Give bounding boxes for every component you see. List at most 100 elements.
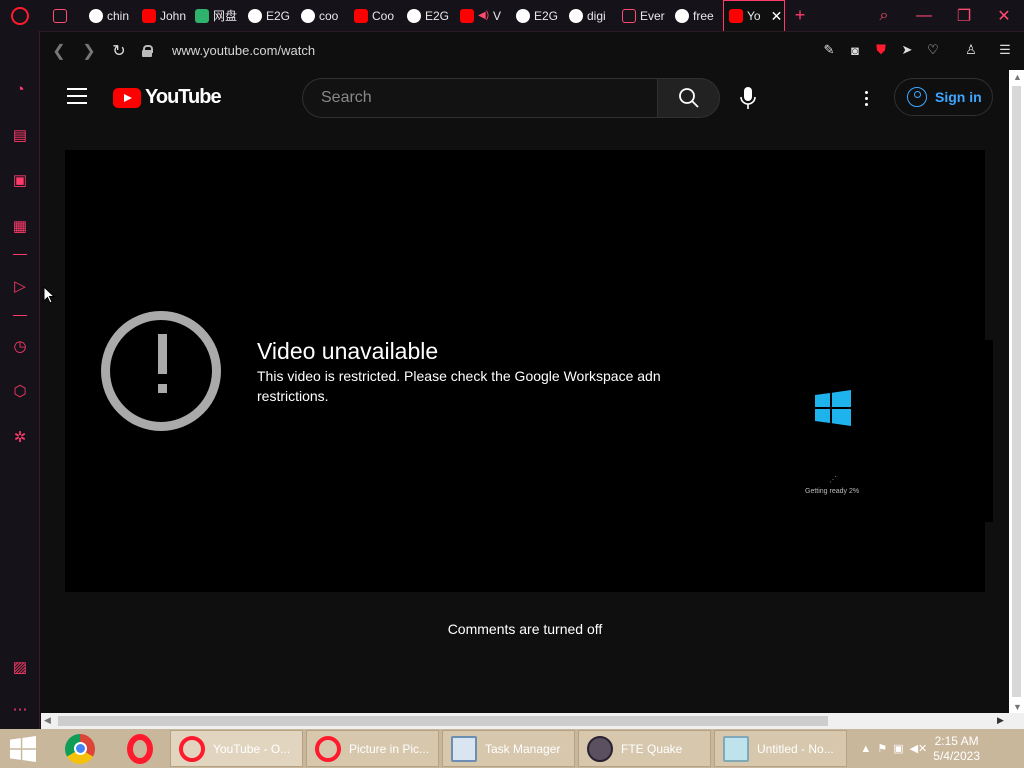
tab-0[interactable] (48, 0, 84, 31)
action-center-flag-icon[interactable]: ⚑ (877, 742, 887, 755)
scroll-up-icon[interactable]: ▲ (1013, 72, 1022, 82)
vertical-scroll-thumb[interactable] (1012, 86, 1021, 697)
send-icon[interactable]: ➤ (894, 31, 920, 69)
tab-1[interactable]: chin (84, 0, 137, 31)
show-hidden-icons-icon[interactable]: ▲ (860, 743, 871, 755)
youtube-page: YouTube Sign in Video unavailable This v… (41, 70, 1009, 713)
getting-ready-text: Getting ready 2% (805, 488, 860, 495)
search-icon (678, 88, 699, 108)
youtube-icon (460, 8, 474, 23)
task-task-manager[interactable]: Task Manager (442, 730, 575, 767)
loading-spinner-icon: ⋰ (829, 475, 837, 484)
comments-status: Comments are turned off (447, 621, 603, 637)
forward-button[interactable]: ❯ (74, 32, 104, 70)
player-icon[interactable]: ▷ (10, 276, 30, 296)
youtube-logo[interactable]: YouTube (113, 86, 222, 109)
globe-icon (407, 8, 421, 23)
search-input[interactable] (319, 88, 619, 108)
lock-icon[interactable] (142, 44, 153, 57)
close-tab-icon[interactable]: ✕ (771, 8, 783, 25)
account-icon (907, 87, 927, 107)
tab-10[interactable]: digi (564, 0, 617, 31)
search-tabs-icon[interactable]: ⌕ (864, 0, 904, 31)
speed-dial-icon[interactable]: ◔ (10, 79, 30, 99)
opera-menu-button[interactable] (0, 0, 40, 31)
restore-button[interactable]: ❐ (944, 0, 984, 31)
settings-icon[interactable]: ✲ (10, 427, 30, 447)
youtube-logo-text: YouTube (145, 86, 222, 108)
scroll-right-icon[interactable]: ▶ (997, 715, 1004, 726)
bag-icon[interactable]: ▤ (10, 125, 30, 145)
tab-2[interactable]: John (137, 0, 190, 31)
menu-icon[interactable] (67, 88, 87, 104)
clock[interactable]: 2:15 AM 5/4/2023 (933, 734, 980, 764)
video-player[interactable]: Video unavailable This video is restrict… (65, 150, 993, 592)
error-title: Video unavailable (257, 338, 439, 364)
scroll-down-icon[interactable]: ▼ (1013, 702, 1022, 712)
scroll-left-icon[interactable]: ◀ (44, 715, 51, 726)
back-button[interactable]: ❮ (44, 32, 74, 70)
search-box[interactable] (302, 78, 657, 118)
heart-icon[interactable]: ♡ (920, 31, 946, 69)
tab-3[interactable]: 网盘 (190, 0, 243, 31)
network-icon[interactable]: ▣ (893, 742, 903, 755)
twitch-icon[interactable]: ▣ (10, 170, 30, 190)
tab-8[interactable]: ◀) V (455, 0, 511, 31)
opera-sidebar: ◔ ▤ ▣ ▦ ▷ ◷ ⬡ ✲ ▨ ⋯ (0, 31, 40, 729)
clock-date: 5/4/2023 (933, 748, 980, 763)
history-icon[interactable]: ◷ (10, 336, 30, 356)
clock-time: 2:15 AM (934, 733, 979, 748)
task-youtube-opera[interactable]: YouTube - O... (170, 730, 303, 767)
sign-in-button[interactable]: Sign in (894, 78, 993, 116)
task-notepad[interactable]: Untitled - No... (714, 730, 847, 767)
box-icon[interactable]: ⬡ (10, 381, 30, 401)
tab-5[interactable]: coo (296, 0, 349, 31)
sidebar-divider (13, 315, 27, 316)
speaker-icon: ◀) (478, 10, 490, 21)
chrome-pinned[interactable] (50, 729, 110, 768)
new-tab-button[interactable]: + (785, 5, 815, 26)
task-picture-in-picture[interactable]: Picture in Pic... (306, 730, 439, 767)
youtube-icon (142, 8, 156, 23)
camera-icon[interactable]: ◙ (842, 31, 868, 69)
edit-icon[interactable]: ✎ (816, 31, 842, 69)
tab-6[interactable]: Coo (349, 0, 402, 31)
windows-setup-overlay: ⋰ Getting ready 2% (777, 340, 993, 522)
github-icon (248, 8, 262, 23)
gallery-icon[interactable]: ▨ (10, 657, 30, 677)
windows-logo-icon (815, 390, 851, 426)
opera-icon (315, 735, 341, 762)
profile-icon[interactable]: ♙ (958, 31, 984, 69)
mouse-cursor-icon (43, 286, 55, 304)
adblock-icon[interactable]: ⛊ (868, 31, 894, 69)
tab-7[interactable]: E2G (402, 0, 455, 31)
reload-button[interactable]: ↻ (104, 32, 134, 70)
easy-setup-icon[interactable]: ☰ (992, 31, 1018, 69)
tab-9[interactable]: E2G (511, 0, 564, 31)
start-button[interactable] (0, 729, 46, 768)
close-window-button[interactable]: ✕ (984, 0, 1024, 31)
url-field[interactable]: www.youtube.com/watch (172, 43, 315, 58)
globe-icon (301, 8, 315, 23)
notepad-icon (723, 735, 749, 762)
chrome-icon (65, 733, 95, 764)
volume-muted-icon[interactable]: ◀✕ (910, 742, 928, 755)
horizontal-scroll-thumb[interactable] (58, 716, 828, 726)
tab-active[interactable]: Yo ✕ (723, 0, 785, 31)
voice-search-button[interactable] (730, 78, 766, 118)
tab-4[interactable]: E2G (243, 0, 296, 31)
globe-icon (675, 8, 689, 23)
sign-in-label: Sign in (935, 89, 982, 105)
more-icon[interactable]: ⋯ (10, 699, 30, 719)
opera-logo-icon (11, 6, 29, 25)
tab-11[interactable]: Ever (617, 0, 670, 31)
tab-12[interactable]: free (670, 0, 723, 31)
settings-kebab-icon[interactable] (856, 86, 876, 110)
task-fte-quake[interactable]: FTE Quake (578, 730, 711, 767)
minimize-button[interactable]: — (904, 0, 944, 31)
microphone-icon (740, 87, 756, 109)
chip-icon[interactable]: ▦ (10, 216, 30, 236)
search-button[interactable] (657, 78, 720, 118)
opera-pinned[interactable] (110, 729, 170, 768)
quake-icon (587, 735, 613, 762)
